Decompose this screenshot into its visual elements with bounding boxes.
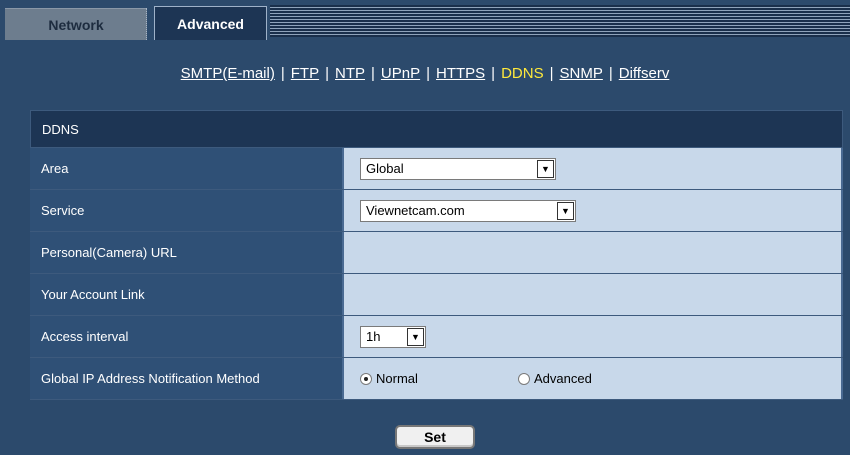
service-select[interactable]: Viewnetcam.com ▼ xyxy=(360,199,576,222)
area-label: Area xyxy=(30,148,344,189)
radio-advanced-label: Advanced xyxy=(534,371,592,386)
tab-divider xyxy=(146,8,154,40)
nav-separator: | xyxy=(280,65,285,82)
tab-advanced[interactable]: Advanced xyxy=(154,6,267,40)
nav-separator: | xyxy=(325,65,329,82)
account-link-value xyxy=(344,274,843,315)
ddns-settings-table: DDNS Area Global ▼ Service Viewnetcam.co… xyxy=(30,110,843,400)
access-interval-select[interactable]: 1h ▼ xyxy=(360,325,426,348)
row-area: Area Global ▼ xyxy=(30,148,843,190)
nav-separator: | xyxy=(549,65,554,82)
access-interval-value: 1h xyxy=(366,329,381,344)
notification-method-label: Global IP Address Notification Method xyxy=(30,358,344,399)
radio-advanced[interactable]: Advanced xyxy=(518,371,592,386)
tab-bar-stripes xyxy=(270,5,850,37)
nav-separator: | xyxy=(491,65,496,82)
set-button[interactable]: Set xyxy=(395,425,475,449)
chevron-down-icon[interactable]: ▼ xyxy=(537,159,554,178)
nav-link-diffserv[interactable]: Diffserv xyxy=(619,65,670,82)
radio-normal[interactable]: Normal xyxy=(360,371,518,386)
row-notification-method: Global IP Address Notification Method No… xyxy=(30,358,843,400)
row-service: Service Viewnetcam.com ▼ xyxy=(30,190,843,232)
tab-network[interactable]: Network xyxy=(5,8,147,40)
nav-link-ntp[interactable]: NTP xyxy=(335,65,365,82)
nav-separator: | xyxy=(371,65,375,82)
radio-unchecked-icon[interactable] xyxy=(518,372,530,385)
section-title: DDNS xyxy=(30,110,843,148)
nav-link-https[interactable]: HTTPS xyxy=(436,65,485,82)
nav-link-ddns[interactable]: DDNS xyxy=(501,65,544,82)
service-cell: Viewnetcam.com ▼ xyxy=(344,190,843,231)
chevron-down-icon[interactable]: ▼ xyxy=(557,201,574,220)
nav-link-ftp[interactable]: FTP xyxy=(291,65,319,82)
area-select[interactable]: Global ▼ xyxy=(360,157,556,180)
row-account-link: Your Account Link xyxy=(30,274,843,316)
account-link-label: Your Account Link xyxy=(30,274,344,315)
sub-navigation: SMTP(E-mail) | FTP | NTP | UPnP | HTTPS | DDNS | SNM… xyxy=(0,65,850,82)
nav-link-smtp[interactable]: SMTP(E-mail) xyxy=(181,65,275,82)
area-select-value: Global xyxy=(366,161,404,176)
access-interval-cell: 1h ▼ xyxy=(344,316,843,357)
nav-link-upnp[interactable]: UPnP xyxy=(381,65,420,82)
service-select-value: Viewnetcam.com xyxy=(366,203,465,218)
access-interval-label: Access interval xyxy=(30,316,344,357)
nav-link-snmp[interactable]: SNMP xyxy=(560,65,603,82)
personal-url-label: Personal(Camera) URL xyxy=(30,232,344,273)
personal-url-value xyxy=(344,232,843,273)
nav-separator: | xyxy=(608,65,613,82)
chevron-down-icon[interactable]: ▼ xyxy=(407,327,424,346)
radio-normal-label: Normal xyxy=(376,371,418,386)
service-label: Service xyxy=(30,190,344,231)
area-cell: Global ▼ xyxy=(344,148,843,189)
notification-radio-group: Normal Advanced xyxy=(360,371,592,386)
radio-checked-icon[interactable] xyxy=(360,372,372,385)
row-personal-url: Personal(Camera) URL xyxy=(30,232,843,274)
notification-method-cell: Normal Advanced xyxy=(344,358,843,399)
row-access-interval: Access interval 1h ▼ xyxy=(30,316,843,358)
nav-separator: | xyxy=(426,65,430,82)
tab-bar: Network Advanced xyxy=(0,0,850,40)
